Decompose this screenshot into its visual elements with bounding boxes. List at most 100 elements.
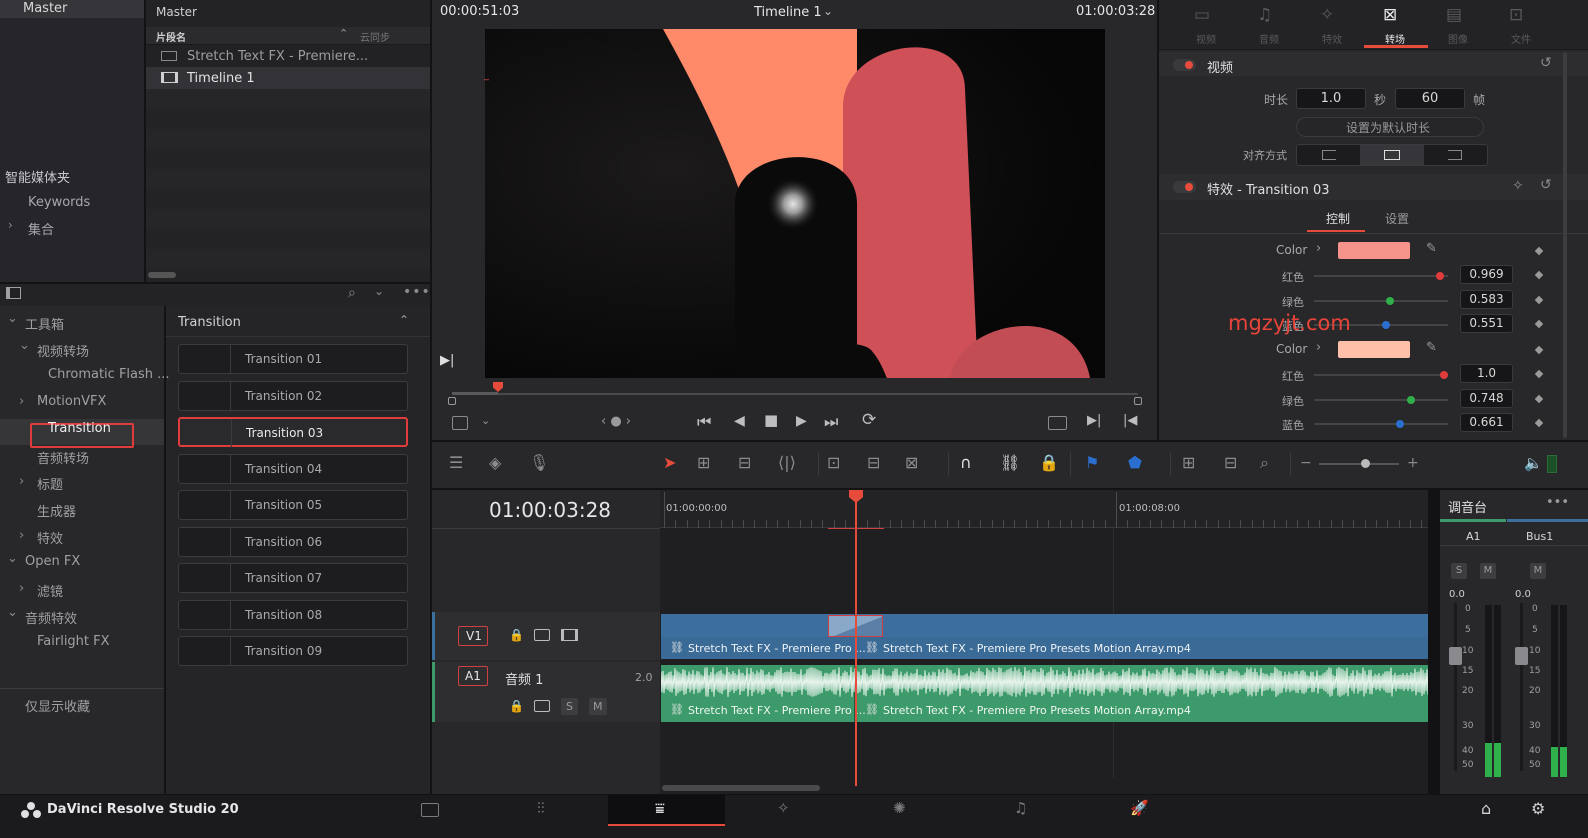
page-edit-icon[interactable]: ⩸ (655, 799, 665, 819)
image-tab-icon[interactable]: ▤ (1446, 5, 1462, 25)
channel-value-input[interactable]: 1.0 (1460, 364, 1513, 383)
effects-tree-item[interactable]: 音频转场 (37, 448, 89, 467)
auto-select-icon[interactable] (534, 629, 550, 641)
audio-tab-icon[interactable]: ♫ (1257, 5, 1272, 25)
channel-value-input[interactable]: 0.583 (1460, 289, 1513, 309)
inspector-tab-label[interactable]: 转场 (1385, 31, 1405, 46)
channel-slider[interactable] (1314, 371, 1448, 379)
chevron-down-icon[interactable]: ⌄ (374, 284, 384, 298)
page-cut-icon[interactable]: ⫶⫶ (537, 799, 545, 817)
effects-tree-item[interactable]: 音频特效 (25, 608, 77, 627)
linked-selection-icon[interactable]: ⛓ (1000, 453, 1020, 472)
slider-knob[interactable] (1381, 321, 1390, 330)
loop-icon[interactable]: ⟳ (862, 410, 876, 430)
chevron-right-icon[interactable]: › (19, 474, 24, 489)
jump-start-icon[interactable]: ⏮ (697, 412, 711, 432)
chevron-right-icon[interactable]: › (19, 394, 24, 409)
inspector-tab-label[interactable]: 音频 (1259, 31, 1279, 46)
trim-tool-icon[interactable]: ⊞ (697, 453, 710, 472)
chevron-down-icon[interactable]: ⌄ (7, 311, 18, 326)
prev-clip-icon[interactable]: |◀ (1123, 413, 1137, 428)
more-options-icon[interactable]: ••• (1546, 495, 1569, 510)
channel-slider[interactable] (1314, 395, 1448, 404)
viewer-canvas[interactable] (485, 29, 1105, 378)
mixer-solo-button[interactable]: S (1451, 563, 1467, 579)
effects-tree-item[interactable]: MotionVFX (37, 394, 106, 409)
align-end-button[interactable] (1448, 150, 1462, 160)
effects-tree-item[interactable]: 滤镜 (37, 581, 63, 600)
duration-seconds-input[interactable]: 1.0 (1296, 88, 1366, 109)
dynamic-trim-icon[interactable]: ⟨|⟩ (778, 453, 796, 472)
transition-item[interactable]: Transition 06 (178, 526, 408, 557)
effects-tree-item[interactable]: 特效 (37, 528, 63, 547)
channel-slider[interactable] (1314, 420, 1448, 429)
channel-value-input[interactable]: 0.551 (1460, 314, 1513, 334)
timeline-playhead[interactable] (855, 490, 857, 786)
channel-value-input[interactable]: 0.969 (1460, 265, 1513, 284)
page-edit-tab[interactable] (608, 795, 725, 826)
mixer-channel-a1[interactable]: A1 (1466, 530, 1481, 543)
file-tab-icon[interactable]: ⊡ (1509, 5, 1523, 25)
audio-track-name[interactable]: 音频 1 (505, 669, 543, 688)
lock-icon[interactable]: 🔒 (509, 699, 524, 713)
crop-icon[interactable] (452, 416, 468, 430)
viewer-title[interactable]: Timeline 1 (754, 5, 822, 20)
page-fairlight-icon[interactable]: ♫ (1014, 799, 1027, 817)
timeline-ruler[interactable] (660, 490, 1428, 528)
effect-section-toggle[interactable] (1173, 181, 1196, 193)
smart-bin-keywords[interactable]: Keywords (28, 195, 90, 210)
color1-swatch[interactable] (1338, 242, 1410, 259)
transition-item[interactable]: Transition 05 (178, 490, 408, 520)
transition-item[interactable]: Transition 08 (178, 599, 408, 630)
zoom-detail-icon[interactable]: ⊟ (1224, 453, 1237, 472)
chevron-right-icon[interactable]: › (1316, 241, 1321, 256)
marker-icon[interactable]: ⬟ (1128, 453, 1142, 472)
chevron-right-icon[interactable]: › (19, 581, 24, 596)
reset-icon[interactable]: ↺ (1540, 177, 1552, 193)
sort-up-icon[interactable]: ⌃ (339, 27, 348, 40)
zoom-slider-knob[interactable] (1361, 459, 1370, 468)
column-clip-name[interactable]: 片段名 (156, 29, 186, 44)
chevron-down-icon[interactable]: ⌄ (19, 338, 30, 353)
flag-icon[interactable]: ⚑ (1085, 453, 1099, 472)
search-icon[interactable]: ⌕ (348, 285, 356, 301)
slider-knob[interactable] (1385, 296, 1394, 305)
inspector-scrollbar[interactable] (1563, 52, 1567, 438)
page-deliver-icon[interactable]: 🚀 (1130, 799, 1149, 817)
inspector-tab-label[interactable]: 特效 (1322, 31, 1342, 46)
effects-tree-item[interactable]: Transition (48, 421, 111, 436)
effects-tree-item[interactable]: Open FX (25, 554, 80, 569)
zoom-full-icon[interactable]: ⊞ (1182, 453, 1195, 472)
home-icon[interactable]: ⌂ (1481, 799, 1491, 818)
page-media-icon[interactable] (421, 803, 439, 817)
lock-icon[interactable]: 🔒 (509, 628, 524, 642)
more-options-icon[interactable]: ••• (403, 284, 431, 300)
transition-item[interactable]: Transition 03 (178, 417, 408, 447)
subtab-settings[interactable]: 设置 (1385, 210, 1409, 227)
effects-tree-item[interactable]: 视频转场 (37, 341, 89, 360)
zoom-custom-icon[interactable]: ⌕ (1260, 453, 1269, 473)
duration-frames-input[interactable]: 60 (1395, 88, 1465, 109)
zoom-out-icon[interactable]: − (1300, 455, 1312, 471)
effects-tree-item[interactable]: Fairlight FX (37, 634, 110, 649)
inspector-tab-label[interactable]: 视频 (1196, 31, 1216, 46)
channel-slider[interactable] (1314, 296, 1448, 305)
jump-end-icon[interactable]: ⏭ (824, 412, 838, 432)
show-favorites-only[interactable]: 仅显示收藏 (25, 696, 90, 715)
chevron-right-icon[interactable]: › (19, 528, 24, 543)
timeline-options-icon[interactable]: ☰ (449, 453, 463, 472)
clip-view-icon[interactable]: ◈ (489, 453, 501, 472)
next-clip-icon[interactable]: ▶| (1087, 413, 1101, 428)
voiceover-icon[interactable]: 🎙 (529, 453, 549, 472)
eyedropper-icon[interactable]: ✎ (1426, 241, 1437, 256)
transition-item[interactable]: Transition 02 (178, 380, 408, 411)
zoom-slider[interactable] (1319, 463, 1399, 465)
zoom-in-icon[interactable]: + (1407, 455, 1419, 471)
speaker-icon[interactable]: 🔈 (1524, 454, 1543, 472)
viewer-scrubber-track[interactable] (452, 393, 1138, 395)
effects-tree-item[interactable]: Chromatic Flash ... (48, 367, 170, 382)
transition-item[interactable]: Transition 07 (178, 563, 408, 593)
overwrite-clip-icon[interactable]: ⊟ (867, 453, 880, 472)
replace-clip-icon[interactable]: ⊠ (905, 453, 918, 472)
stop-icon[interactable]: ■ (764, 411, 778, 429)
